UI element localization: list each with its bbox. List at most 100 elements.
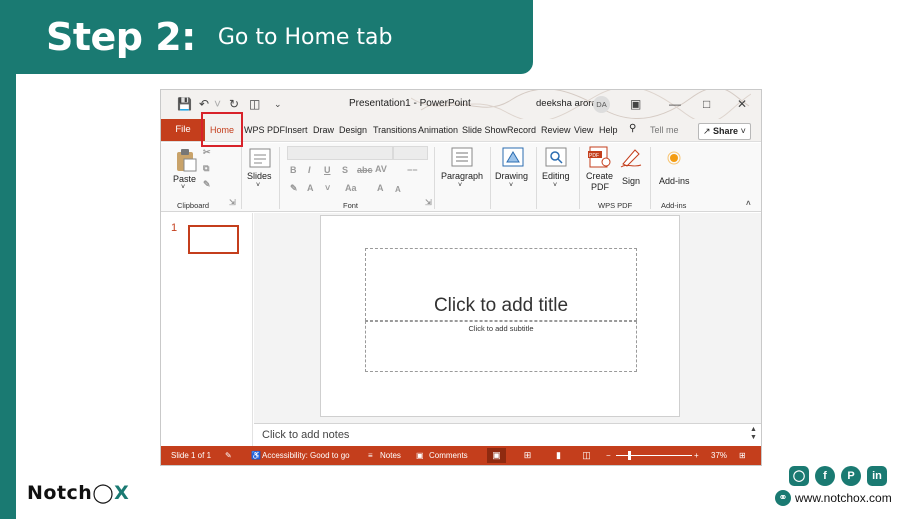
save-icon[interactable]: 💾 [177,97,192,111]
font-color-icon[interactable]: A [307,183,314,193]
notes-pane[interactable]: Click to add notes ▲ ▼ [254,423,761,445]
reading-view-button[interactable]: ▮ [549,448,568,463]
chevron-down-icon[interactable]: ˅ [509,182,513,189]
chevron-down-icon[interactable]: ˅ [214,97,221,111]
customize-icon[interactable]: ⌄ [274,97,282,111]
font-size-field[interactable] [393,146,428,160]
editing-button[interactable]: Editing [542,171,570,181]
ribbon-display-icon[interactable]: ▣ [630,97,641,111]
title-placeholder[interactable]: Click to add title [365,248,637,321]
slide-show-button[interactable]: ◫ [577,448,596,463]
search-icon[interactable] [545,147,567,167]
group-label-font: Font [343,201,359,210]
change-case-icon[interactable]: Aa [345,183,357,193]
website-link[interactable]: www.notchox.com [795,491,892,505]
character-spacing-icon[interactable]: AV [375,164,387,174]
zoom-out-icon[interactable]: − [606,451,611,460]
collapse-ribbon-icon[interactable]: ˄ [746,199,751,208]
normal-view-button[interactable]: ▣ [487,448,506,463]
tab-design[interactable]: Design [339,125,367,135]
chevron-down-icon[interactable]: ˅ [325,183,330,193]
dialog-launcher-icon[interactable]: ⇲ [425,198,432,207]
tab-record[interactable]: Record [507,125,536,135]
comments-icon[interactable]: ▣ [416,451,424,460]
drawing-button[interactable]: Drawing [495,171,528,181]
subtitle-placeholder[interactable]: Click to add subtitle [365,321,637,372]
paragraph-icon[interactable] [451,147,473,167]
chevron-down-icon[interactable]: ˅ [181,184,185,191]
cut-icon[interactable]: ✂ [203,147,211,158]
drawing-icon[interactable] [502,147,524,167]
copy-icon[interactable]: ⧉ [203,163,209,174]
italic-icon[interactable]: I [308,165,311,175]
instagram-icon[interactable]: ◯ [789,466,809,486]
tab-insert[interactable]: Insert [285,125,308,135]
fit-to-window-icon[interactable]: ⊞ [739,451,746,460]
bold-icon[interactable]: B [290,165,297,175]
slide-sorter-button[interactable]: ⊞ [518,448,537,463]
notes-button[interactable]: Notes [380,451,401,460]
window-title: Presentation1 - PowerPoint [349,98,471,109]
paragraph-button[interactable]: Paragraph [441,171,483,181]
zoom-slider-thumb[interactable] [628,451,631,460]
tab-transitions[interactable]: Transitions [373,125,417,135]
font-name-field[interactable] [287,146,393,160]
lightbulb-icon[interactable]: ⚲ [629,123,636,134]
sign-button[interactable]: Sign [622,176,640,186]
maximize-icon[interactable]: □ [703,97,710,111]
create-pdf-icon[interactable]: PDF [588,146,612,168]
create-pdf-label-line1[interactable]: Create [586,171,613,181]
spelling-icon[interactable]: ✎ [225,451,232,460]
decrease-font-icon[interactable]: A [395,185,401,194]
tell-me-search[interactable]: Tell me [650,125,679,135]
scrollbar[interactable]: ▲ ▼ [748,426,759,444]
tab-view[interactable]: View [574,125,593,135]
facebook-icon[interactable]: f [815,466,835,486]
tab-help[interactable]: Help [599,125,618,135]
tab-animations[interactable]: Animation [418,125,458,135]
dialog-launcher-icon[interactable]: ⇲ [229,198,236,207]
tab-slide-show[interactable]: Slide Show [462,125,507,135]
redo-icon[interactable]: ↻ [229,97,239,111]
clear-format-icon[interactable]: −− [407,165,418,175]
close-icon[interactable]: ✕ [737,97,747,111]
create-pdf-label-line2[interactable]: PDF [591,182,609,192]
tab-file[interactable]: File [161,119,205,141]
underline-icon[interactable]: U [324,165,331,175]
accessibility-status[interactable]: Accessibility: Good to go [262,451,350,460]
avatar[interactable]: DA [593,96,610,113]
user-name[interactable]: deeksha arora [536,98,597,109]
undo-icon[interactable]: ↶ [199,97,209,111]
zoom-level[interactable]: 37% [711,451,727,460]
zoom-in-icon[interactable]: + [694,451,699,460]
chevron-down-icon[interactable]: ˅ [458,182,462,189]
accessibility-icon[interactable]: ♿ [251,451,261,460]
present-icon[interactable]: ◫ [249,97,260,111]
paste-icon[interactable] [175,148,197,172]
slide-canvas[interactable]: Click to add title Click to add subtitle [320,215,680,417]
tab-draw[interactable]: Draw [313,125,334,135]
slide-thumbnail[interactable] [188,225,239,254]
sign-icon[interactable] [619,146,643,168]
highlighter-icon[interactable]: ✎ [290,183,298,194]
paste-button[interactable]: Paste [173,174,196,184]
increase-font-icon[interactable]: A [377,183,384,193]
add-ins-button[interactable]: Add-ins [659,176,690,186]
add-ins-icon[interactable] [667,151,681,165]
chevron-down-icon[interactable]: ˅ [553,182,557,189]
chevron-down-icon[interactable]: ˅ [256,182,260,189]
tab-review[interactable]: Review [541,125,571,135]
svg-text:PDF: PDF [589,153,599,159]
minimize-icon[interactable]: — [669,97,681,111]
strikethrough-icon[interactable]: abc [357,165,373,175]
comments-button[interactable]: Comments [429,451,468,460]
format-painter-icon[interactable]: ✎ [203,179,211,190]
new-slide-icon[interactable] [249,148,271,168]
text-shadow-icon[interactable]: S [342,165,348,175]
share-button[interactable]: ↗ Share ˅ [698,123,751,140]
notes-icon[interactable]: ≡ [368,451,373,460]
slides-button[interactable]: Slides [247,171,272,181]
pinterest-icon[interactable]: P [841,466,861,486]
tab-wps-pdf[interactable]: WPS PDF [244,125,285,135]
linkedin-icon[interactable]: in [867,466,887,486]
